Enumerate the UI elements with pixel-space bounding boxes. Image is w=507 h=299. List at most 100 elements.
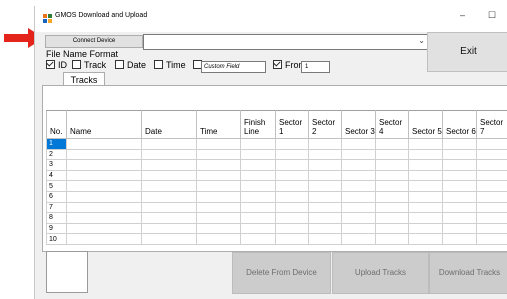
table-cell[interactable]: [275, 138, 309, 150]
table-cell[interactable]: [240, 233, 276, 245]
table-cell[interactable]: [308, 212, 342, 224]
table-cell[interactable]: [476, 233, 507, 245]
table-cell[interactable]: [375, 201, 409, 214]
checkbox-date[interactable]: Date: [115, 60, 146, 72]
table-cell[interactable]: [240, 201, 276, 214]
table-cell[interactable]: [341, 138, 376, 150]
table-cell[interactable]: [66, 222, 142, 235]
table-cell[interactable]: [141, 190, 197, 203]
table-cell[interactable]: [408, 180, 443, 192]
row-number-cell[interactable]: 9: [46, 222, 67, 235]
table-cell[interactable]: [408, 169, 443, 182]
table-cell[interactable]: [141, 180, 197, 192]
table-cell[interactable]: [408, 233, 443, 245]
table-cell[interactable]: [442, 159, 477, 171]
table-row[interactable]: 1: [46, 138, 507, 150]
table-cell[interactable]: [308, 169, 342, 182]
checkbox-box[interactable]: [72, 60, 81, 69]
table-cell[interactable]: [442, 169, 477, 182]
table-cell[interactable]: [442, 138, 477, 150]
table-cell[interactable]: [240, 148, 276, 161]
table-row[interactable]: 6: [46, 190, 507, 203]
table-cell[interactable]: [240, 138, 276, 150]
checkbox-box[interactable]: [154, 60, 163, 69]
table-cell[interactable]: [375, 190, 409, 203]
column-header[interactable]: Sector 3: [341, 110, 376, 139]
column-header[interactable]: Date: [141, 110, 197, 139]
table-cell[interactable]: [476, 180, 507, 192]
table-cell[interactable]: [275, 148, 309, 161]
table-cell[interactable]: [196, 201, 241, 214]
exit-button[interactable]: Exit: [427, 32, 507, 72]
column-header[interactable]: Sector 6: [442, 110, 477, 139]
table-cell[interactable]: [375, 212, 409, 224]
table-cell[interactable]: [408, 212, 443, 224]
table-cell[interactable]: [442, 212, 477, 224]
table-cell[interactable]: [476, 190, 507, 203]
checkbox-box[interactable]: [46, 60, 55, 69]
table-cell[interactable]: [375, 169, 409, 182]
row-number-cell[interactable]: 10: [46, 233, 67, 245]
row-number-cell[interactable]: 6: [46, 190, 67, 203]
table-cell[interactable]: [308, 222, 342, 235]
tracks-table[interactable]: No. Name Date Time Finish Line Sector 1 Sector…: [46, 110, 507, 245]
table-cell[interactable]: [341, 169, 376, 182]
table-cell[interactable]: [275, 169, 309, 182]
table-cell[interactable]: [375, 138, 409, 150]
table-cell[interactable]: [442, 180, 477, 192]
table-cell[interactable]: [308, 159, 342, 171]
table-cell[interactable]: [308, 180, 342, 192]
table-cell[interactable]: [141, 169, 197, 182]
column-header[interactable]: Sector 1: [275, 110, 309, 139]
maximize-button[interactable]: ☐: [488, 10, 496, 21]
table-cell[interactable]: [240, 180, 276, 192]
column-header[interactable]: Sector 7: [476, 110, 507, 139]
table-cell[interactable]: [66, 233, 142, 245]
table-cell[interactable]: [375, 148, 409, 161]
table-cell[interactable]: [341, 148, 376, 161]
table-cell[interactable]: [66, 212, 142, 224]
table-row[interactable]: 7: [46, 201, 507, 214]
table-cell[interactable]: [275, 212, 309, 224]
checkbox-track[interactable]: Track: [72, 60, 106, 72]
table-cell[interactable]: [408, 190, 443, 203]
table-cell[interactable]: [476, 201, 507, 214]
checkbox-box[interactable]: [273, 60, 282, 69]
table-cell[interactable]: [341, 159, 376, 171]
chevron-down-icon[interactable]: ⌄: [418, 36, 425, 45]
table-cell[interactable]: [196, 159, 241, 171]
table-cell[interactable]: [275, 222, 309, 235]
table-cell[interactable]: [196, 222, 241, 235]
custom-field-input[interactable]: Custom Field: [201, 61, 266, 73]
table-cell[interactable]: [240, 159, 276, 171]
table-row[interactable]: 9: [46, 222, 507, 235]
table-cell[interactable]: [66, 201, 142, 214]
row-number-cell[interactable]: 5: [46, 180, 67, 192]
table-cell[interactable]: [341, 222, 376, 235]
table-cell[interactable]: [66, 190, 142, 203]
table-cell[interactable]: [341, 212, 376, 224]
row-number-cell[interactable]: 1: [46, 138, 67, 150]
table-cell[interactable]: [308, 148, 342, 161]
table-cell[interactable]: [341, 233, 376, 245]
table-row[interactable]: 5: [46, 180, 507, 192]
table-cell[interactable]: [375, 159, 409, 171]
table-cell[interactable]: [275, 233, 309, 245]
table-cell[interactable]: [196, 180, 241, 192]
table-cell[interactable]: [375, 222, 409, 235]
table-cell[interactable]: [476, 169, 507, 182]
table-cell[interactable]: [275, 159, 309, 171]
table-cell[interactable]: [240, 169, 276, 182]
table-cell[interactable]: [341, 190, 376, 203]
column-header[interactable]: Sector 2: [308, 110, 342, 139]
table-cell[interactable]: [196, 148, 241, 161]
table-cell[interactable]: [66, 180, 142, 192]
row-number-cell[interactable]: 3: [46, 159, 67, 171]
table-cell[interactable]: [141, 222, 197, 235]
table-row[interactable]: 3: [46, 159, 507, 171]
device-combo[interactable]: ⌄: [143, 34, 429, 50]
table-cell[interactable]: [196, 190, 241, 203]
table-cell[interactable]: [375, 233, 409, 245]
table-cell[interactable]: [141, 159, 197, 171]
column-header[interactable]: No.: [46, 110, 67, 139]
